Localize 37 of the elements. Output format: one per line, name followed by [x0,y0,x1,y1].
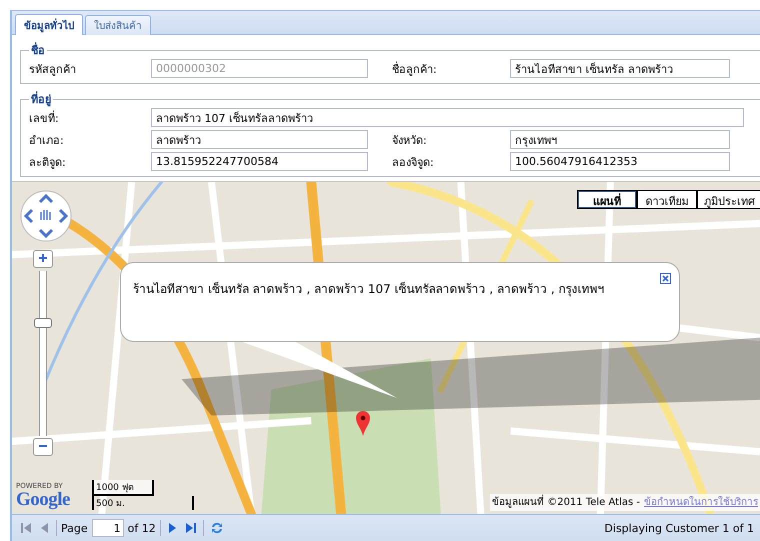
scale-label: 1000 ฟุต [94,480,154,496]
text-field[interactable]: กรุงเทพฯ [510,130,730,149]
map-type-button[interactable]: ภูมิประเทศ [697,190,760,209]
fieldset-legend: ชื่อ [29,41,47,59]
map-type-button[interactable]: ดาวเทียม [637,190,697,209]
map-attribution: ข้อมูลแผนที่ ©2011 Tele Atlas - [492,494,640,509]
info-window-text: ร้านไอทีสาขา เซ็นทรัล ลาดพร้าว , ลาดพร้าว 107 เซ็นทรัลลาดพร้าว , ลาดพร้าว , กรุงเทพฯ [133,282,604,296]
scale-label: 500 ม. [94,496,194,510]
field-label: ละติจูด: [29,154,67,170]
field-label: เลขที่: [29,110,60,126]
zoom-slider-thumb[interactable] [34,318,52,328]
text-field[interactable]: ลาดพร้าว [151,130,368,149]
field-label: รหัสลูกค้า [29,62,77,78]
zoom-in-button[interactable] [33,250,53,268]
plus-icon [38,253,48,263]
text-field[interactable]: 100.56047916412353 [510,152,730,171]
map-marker-icon[interactable] [355,410,371,436]
map-type-button[interactable]: แผนที่ [577,190,637,209]
field-label: ลองจิจูด: [391,154,435,170]
terms-link[interactable]: ข้อกำหนดในการใช้บริการ [644,494,758,509]
page-label: Page [61,522,88,534]
tab[interactable]: ข้อมูลทั่วไป [15,14,83,35]
map-logo[interactable]: Google [16,490,70,510]
status-text: Displaying Customer 1 of 1 [604,522,754,534]
tab[interactable]: ใบส่งสินค้า [85,15,151,35]
field-label: อำเภอ: [29,132,65,148]
pan-control-icon[interactable] [20,190,72,242]
text-field[interactable]: 13.815952247700584 [151,152,368,171]
field-label: จังหวัด: [391,132,428,148]
fieldset-legend: ที่อยู่ [29,90,53,108]
page-number-field[interactable]: 1 [92,519,124,537]
field-label: ชื่อลูกค้า: [391,60,438,78]
text-field[interactable]: ลาดพร้าว 107 เซ็นทรัลลาดพร้าว [151,108,744,127]
text-field[interactable]: ร้านไอทีสาขา เซ็นทรัล ลาดพร้าว [510,59,730,78]
page-count: of 12 [128,522,156,534]
zoom-out-button[interactable] [33,438,53,456]
close-icon[interactable] [660,273,671,284]
